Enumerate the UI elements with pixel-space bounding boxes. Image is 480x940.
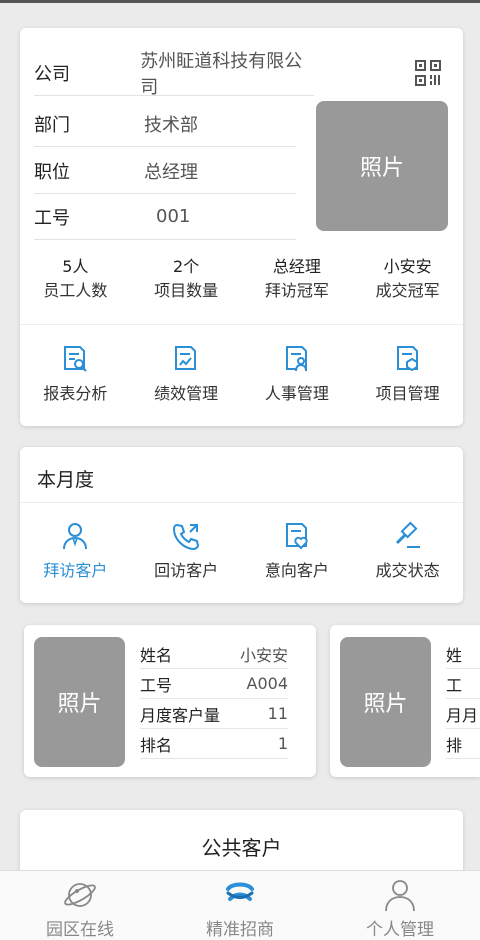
menu-performance[interactable]: 绩效管理 xyxy=(131,344,242,404)
nav-label: 园区在线 xyxy=(46,920,114,940)
stat-value: 5人 xyxy=(62,257,89,276)
menu-visit-customer[interactable]: 拜访客户 xyxy=(20,521,131,581)
menu-label: 回访客户 xyxy=(154,561,219,580)
ranking-card[interactable]: 照片 姓 工 月月 排 xyxy=(330,625,480,777)
company-row: 公司 苏州眐道科技有限公司 xyxy=(34,50,314,98)
stat-deal-champion[interactable]: 小安安 成交冠军 xyxy=(352,256,463,304)
user-icon xyxy=(385,880,415,911)
field-monthly-customers: 月月 xyxy=(446,699,480,729)
employee-id-label: 工号 xyxy=(34,207,70,229)
visit-customer-icon xyxy=(63,523,88,550)
employee-photo: 照片 xyxy=(340,637,431,767)
menu-deal-status[interactable]: 成交状态 xyxy=(352,521,463,581)
project-icon xyxy=(396,346,418,372)
nav-personal-manage[interactable]: 个人管理 xyxy=(320,871,480,940)
department-row: 部门 技术部 xyxy=(34,101,296,147)
monthly-title: 本月度 xyxy=(37,469,95,491)
bottom-nav: 园区在线 精准招商 个人管理 xyxy=(0,870,480,940)
field-name: 姓名 小安安 xyxy=(140,639,288,669)
divider xyxy=(20,502,463,503)
stat-label: 成交冠军 xyxy=(375,281,440,300)
nav-park-online[interactable]: 园区在线 xyxy=(0,871,160,940)
stat-visit-champion[interactable]: 总经理 拜访冠军 xyxy=(242,256,353,304)
field-key: 工 xyxy=(446,675,463,695)
nav-precise-invest[interactable]: 精准招商 xyxy=(160,871,320,940)
divider xyxy=(20,324,463,325)
menu-label: 绩效管理 xyxy=(154,384,219,403)
status-bar-line xyxy=(0,0,480,3)
personnel-icon xyxy=(285,346,307,372)
menu-label: 拜访客户 xyxy=(43,561,108,580)
menu-label: 项目管理 xyxy=(375,384,440,403)
profile-photo[interactable]: 照片 xyxy=(316,101,448,231)
qr-code-icon[interactable] xyxy=(415,60,441,86)
report-analysis-icon xyxy=(64,346,88,372)
field-key: 月度客户量 xyxy=(140,705,221,725)
menu-report-analysis[interactable]: 报表分析 xyxy=(20,344,131,404)
department-value: 技术部 xyxy=(144,114,198,136)
stat-label: 员工人数 xyxy=(43,281,108,300)
monthly-menu: 拜访客户 回访客户 意向客户 成交状态 xyxy=(20,521,463,581)
callback-phone-icon xyxy=(173,523,200,551)
field-rank: 排 xyxy=(446,729,480,759)
field-key: 姓 xyxy=(446,645,463,665)
field-value: 11 xyxy=(267,704,288,723)
company-value: 苏州眐道科技有限公司 xyxy=(140,50,303,98)
menu-label: 成交状态 xyxy=(375,561,440,580)
photo-label: 照片 xyxy=(359,156,404,181)
stat-value: 总经理 xyxy=(272,257,321,276)
profile-card: 公司 苏州眐道科技有限公司 部门 技术部 职位 总经理 工号 001 照片 5人… xyxy=(20,28,463,426)
position-row: 职位 总经理 xyxy=(34,148,296,194)
deal-gavel-icon xyxy=(395,521,420,548)
field-value: 1 xyxy=(277,734,288,753)
company-label: 公司 xyxy=(34,63,70,85)
stats-row: 5人 员工人数 2个 项目数量 总经理 拜访冠军 小安安 成交冠军 xyxy=(20,256,463,304)
field-rank: 排名 1 xyxy=(140,729,288,759)
employee-photo: 照片 xyxy=(34,637,125,767)
intent-customer-icon xyxy=(285,523,308,550)
menu-callback-customer[interactable]: 回访客户 xyxy=(131,521,242,581)
field-key: 姓名 xyxy=(140,645,173,665)
profile-menu: 报表分析 绩效管理 人事管理 项目管理 xyxy=(20,344,463,404)
monthly-card: 本月度 拜访客户 回访客户 意向客户 成交状态 xyxy=(20,447,463,603)
app-logo-icon xyxy=(226,882,254,901)
stat-employee-count[interactable]: 5人 员工人数 xyxy=(20,256,131,304)
field-name: 姓 xyxy=(446,639,480,669)
field-monthly-customers: 月度客户量 11 xyxy=(140,699,288,729)
stat-project-count[interactable]: 2个 项目数量 xyxy=(131,256,242,304)
photo-label: 照片 xyxy=(363,692,408,717)
field-employee-id: 工 xyxy=(446,669,480,699)
field-key: 工号 xyxy=(140,675,173,695)
menu-label: 意向客户 xyxy=(264,561,329,580)
field-value: 小安安 xyxy=(239,645,288,665)
field-key: 排名 xyxy=(140,735,173,755)
menu-project[interactable]: 项目管理 xyxy=(352,344,463,404)
performance-icon xyxy=(175,346,197,370)
photo-label: 照片 xyxy=(57,692,102,717)
department-label: 部门 xyxy=(34,114,70,136)
ranking-card[interactable]: 照片 姓名 小安安 工号 A004 月度客户量 11 排名 1 xyxy=(24,625,316,777)
stat-label: 项目数量 xyxy=(154,281,219,300)
position-value: 总经理 xyxy=(144,161,198,183)
field-key: 月月 xyxy=(446,705,479,725)
nav-label: 个人管理 xyxy=(366,920,434,940)
nav-label: 精准招商 xyxy=(206,920,274,940)
field-employee-id: 工号 A004 xyxy=(140,669,288,699)
public-customers-title: 公共客户 xyxy=(201,836,282,860)
employee-id-row: 工号 001 xyxy=(34,194,296,240)
menu-intent-customer[interactable]: 意向客户 xyxy=(242,521,353,581)
menu-label: 报表分析 xyxy=(43,384,108,403)
position-label: 职位 xyxy=(34,161,70,183)
menu-label: 人事管理 xyxy=(264,384,329,403)
stat-value: 小安安 xyxy=(383,257,432,276)
employee-id-value: 001 xyxy=(156,206,191,227)
menu-personnel[interactable]: 人事管理 xyxy=(242,344,353,404)
field-value: A004 xyxy=(246,674,288,693)
field-key: 排 xyxy=(446,735,463,755)
stat-label: 拜访冠军 xyxy=(264,281,329,300)
planet-icon xyxy=(64,883,96,907)
stat-value: 2个 xyxy=(173,257,200,276)
